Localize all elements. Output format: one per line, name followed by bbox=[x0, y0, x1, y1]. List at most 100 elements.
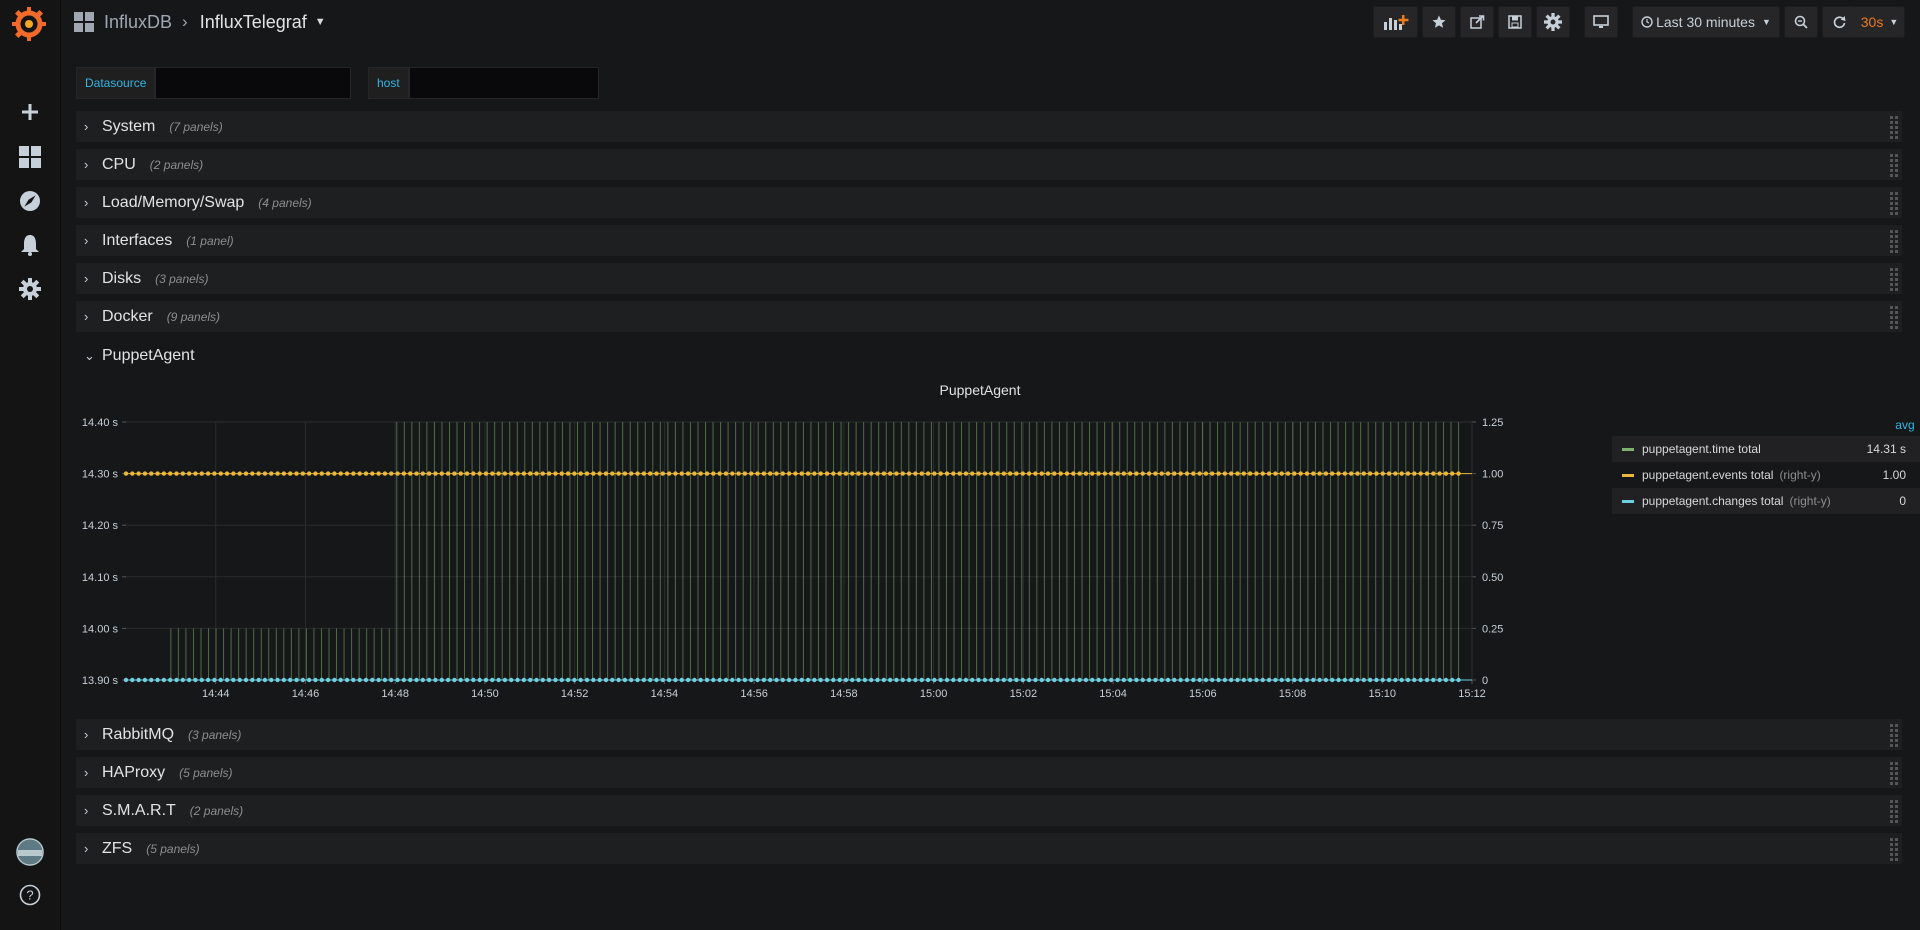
refresh-button[interactable] bbox=[1822, 6, 1856, 38]
clock-icon bbox=[1641, 16, 1653, 28]
variable-host: host bbox=[368, 66, 599, 100]
x-axis-tick-label: 14:56 bbox=[740, 688, 768, 700]
refresh-interval-picker[interactable]: 30s ▼ bbox=[1855, 6, 1905, 38]
drag-handle-icon[interactable] bbox=[1890, 724, 1898, 747]
row-disks[interactable]: › Disks (3 panels) bbox=[76, 263, 1902, 294]
save-dashboard-button[interactable] bbox=[1498, 6, 1532, 38]
star-dashboard-button[interactable] bbox=[1422, 6, 1456, 38]
add-panel-button[interactable] bbox=[1373, 6, 1418, 38]
legend-series-label[interactable]: puppetagent.changes total bbox=[1642, 494, 1783, 508]
row-load-memory-swap[interactable]: › Load/Memory/Swap (4 panels) bbox=[76, 187, 1902, 218]
variable-datasource-select[interactable] bbox=[155, 67, 352, 99]
row-interfaces[interactable]: › Interfaces (1 panel) bbox=[76, 225, 1902, 256]
grafana-logo-icon[interactable] bbox=[11, 6, 47, 42]
row-panel-count: (7 panels) bbox=[169, 119, 223, 134]
configuration-gear-icon[interactable] bbox=[16, 275, 44, 303]
x-axis-tick-label: 14:44 bbox=[202, 688, 230, 700]
legend-series-label[interactable]: puppetagent.events total bbox=[1642, 468, 1773, 482]
zoom-out-button[interactable] bbox=[1784, 6, 1818, 38]
alerting-bell-icon[interactable] bbox=[16, 231, 44, 259]
legend-avg-value: 1.00 bbox=[1882, 468, 1906, 482]
help-icon[interactable]: ? bbox=[16, 881, 44, 909]
legend-series-color-swatch[interactable] bbox=[1622, 447, 1634, 451]
refresh-icon bbox=[1833, 16, 1846, 29]
row-panel-count: (4 panels) bbox=[258, 195, 312, 210]
star-icon bbox=[1432, 15, 1446, 28]
drag-handle-icon[interactable] bbox=[1890, 230, 1898, 253]
dashboard-grid-icon bbox=[74, 12, 94, 32]
y-axis-left-tick-label: 14.20 s bbox=[82, 520, 119, 532]
row-panel-count: (9 panels) bbox=[166, 309, 221, 324]
row-zfs[interactable]: › ZFS (5 panels) bbox=[76, 833, 1902, 864]
user-avatar[interactable] bbox=[15, 837, 45, 867]
graph-panel-puppetagent: PuppetAgent 13.90 s 0 14.00 s 0.25 14.10 s 0.… bbox=[76, 376, 1920, 706]
row-panel-count: (2 panels) bbox=[189, 803, 244, 818]
refresh-interval-label: 30s bbox=[1860, 14, 1884, 30]
row-rabbitmq[interactable]: › RabbitMQ (3 panels) bbox=[76, 719, 1902, 750]
row-haproxy[interactable]: › HAProxy (5 panels) bbox=[76, 757, 1902, 788]
legend-item[interactable]: puppetagent.changes total (right-y) 0 bbox=[1612, 488, 1920, 514]
variable-datasource: Datasource bbox=[76, 66, 352, 100]
row-panel-count: (3 panels) bbox=[188, 727, 242, 742]
drag-handle-icon[interactable] bbox=[1890, 306, 1898, 329]
row-panel-count: (1 panel) bbox=[186, 233, 234, 248]
chevron-right-icon: › bbox=[84, 309, 89, 324]
dashboard-settings-button[interactable] bbox=[1536, 6, 1570, 38]
row-title: Docker bbox=[102, 307, 153, 325]
dashboard-caret-down-icon[interactable]: ▼ bbox=[315, 16, 326, 28]
legend-series-name: puppetagent.events total (right-y) bbox=[1642, 468, 1846, 482]
row-title: RabbitMQ bbox=[102, 725, 175, 743]
x-axis-tick-label: 14:54 bbox=[651, 688, 679, 700]
drag-handle-icon[interactable] bbox=[1890, 838, 1898, 861]
legend-series-label[interactable]: puppetagent.time total bbox=[1642, 442, 1761, 456]
legend-series-axis: (right-y) bbox=[1789, 494, 1831, 508]
y-axis-left-tick-label: 14.00 s bbox=[82, 623, 119, 635]
time-range-caret-icon: ▼ bbox=[1761, 17, 1771, 27]
dashboard-breadcrumb[interactable] bbox=[74, 10, 98, 34]
time-range-picker[interactable]: Last 30 minutes ▼ bbox=[1632, 6, 1780, 38]
explore-compass-icon[interactable] bbox=[16, 187, 44, 215]
row-puppetagent[interactable]: ⌄ PuppetAgent bbox=[76, 340, 195, 371]
legend-header-avg[interactable]: avg bbox=[1895, 418, 1914, 436]
x-axis-tick-label: 14:50 bbox=[471, 688, 499, 700]
chevron-right-icon: › bbox=[84, 157, 89, 172]
share-icon bbox=[1469, 15, 1484, 29]
drag-handle-icon[interactable] bbox=[1890, 116, 1898, 139]
legend-item[interactable]: puppetagent.events total (right-y) 1.00 bbox=[1612, 462, 1920, 488]
y-axis-left-tick-label: 13.90 s bbox=[82, 675, 119, 687]
row-title: Disks bbox=[102, 269, 142, 287]
x-axis-tick-label: 15:06 bbox=[1189, 688, 1217, 700]
drag-handle-icon[interactable] bbox=[1890, 762, 1898, 785]
row-title: ZFS bbox=[102, 839, 133, 857]
legend-avg-value: 0 bbox=[1899, 494, 1906, 508]
row-title: HAProxy bbox=[102, 763, 166, 781]
row-cpu[interactable]: › CPU (2 panels) bbox=[76, 149, 1902, 180]
row-system[interactable]: › System (7 panels) bbox=[76, 111, 1902, 142]
x-axis-tick-label: 15:12 bbox=[1458, 688, 1486, 700]
drag-handle-icon[interactable] bbox=[1890, 154, 1898, 177]
legend-series-name: puppetagent.changes total (right-y) bbox=[1642, 494, 1846, 508]
graph-chart: 13.90 s 0 14.00 s 0.25 14.10 s 0.50 14.20 s 0.7… bbox=[82, 417, 1504, 700]
chevron-right-icon: › bbox=[84, 727, 89, 742]
create-plus-icon[interactable] bbox=[16, 98, 44, 126]
y-axis-right-tick-label: 1.25 bbox=[1482, 417, 1503, 429]
breadcrumb-folder[interactable]: InfluxDB bbox=[104, 12, 172, 33]
legend-series-color-swatch[interactable] bbox=[1622, 499, 1634, 503]
cycle-view-mode-button[interactable] bbox=[1584, 6, 1618, 38]
dashboard-title[interactable]: InfluxTelegraf bbox=[200, 12, 307, 33]
row-docker[interactable]: › Docker (9 panels) bbox=[76, 301, 1902, 332]
row-s-m-a-r-t[interactable]: › S.M.A.R.T (2 panels) bbox=[76, 795, 1902, 826]
drag-handle-icon[interactable] bbox=[1890, 800, 1898, 823]
legend-avg-value: 14.31 s bbox=[1866, 442, 1906, 456]
legend-header: avg current bbox=[1612, 418, 1920, 436]
row-title: CPU bbox=[102, 155, 136, 173]
breadcrumb-separator-icon: › bbox=[182, 12, 188, 31]
drag-handle-icon[interactable] bbox=[1890, 268, 1898, 291]
variable-host-select[interactable] bbox=[408, 67, 599, 99]
legend-series-color-swatch[interactable] bbox=[1622, 473, 1634, 477]
monitor-icon bbox=[1593, 15, 1609, 28]
legend-item[interactable]: puppetagent.time total 14.31 s bbox=[1612, 436, 1920, 462]
share-dashboard-button[interactable] bbox=[1460, 6, 1494, 38]
dashboards-grid-icon[interactable] bbox=[16, 143, 44, 171]
drag-handle-icon[interactable] bbox=[1890, 192, 1898, 215]
